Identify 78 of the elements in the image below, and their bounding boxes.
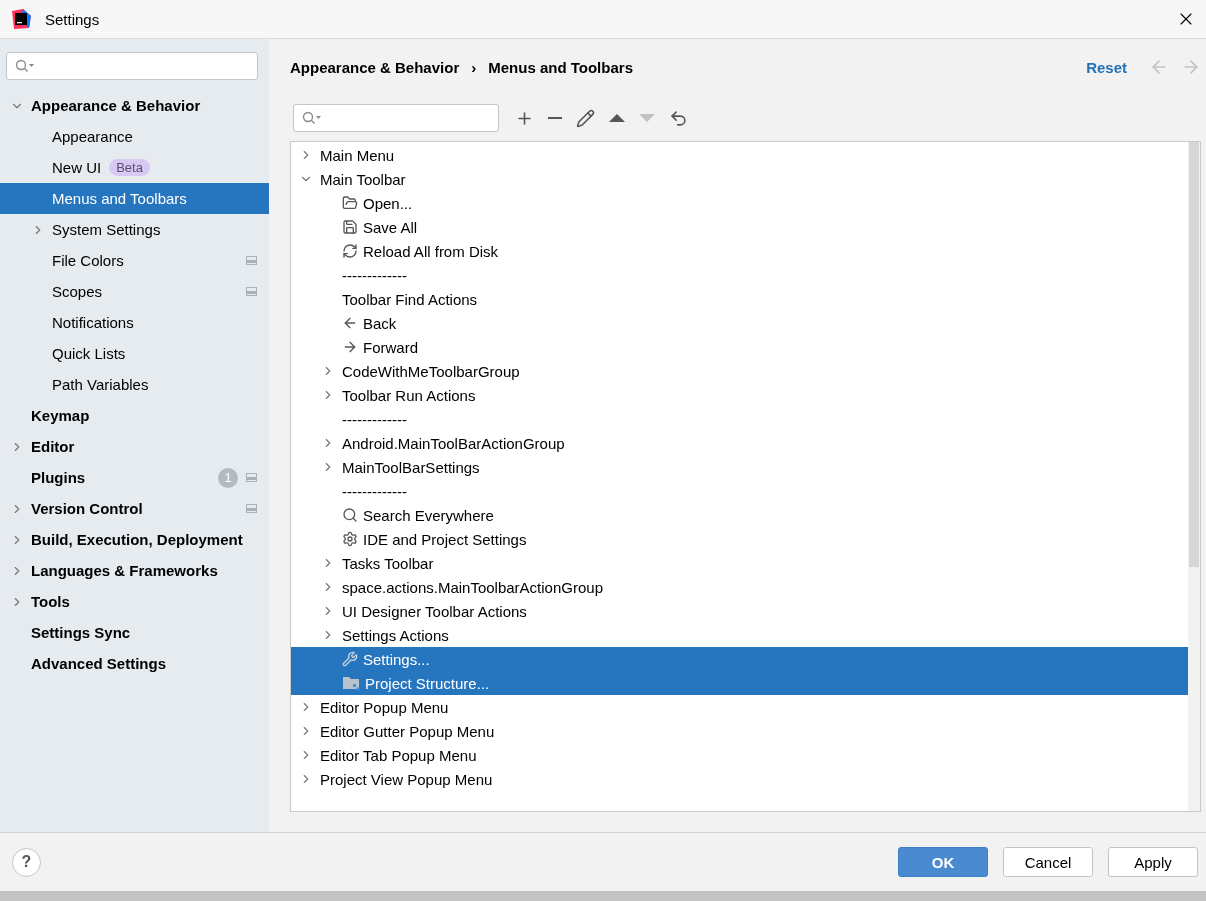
tree-item[interactable]: Tasks Toolbar: [291, 551, 1188, 575]
tree-item[interactable]: Settings Actions: [291, 623, 1188, 647]
sidebar-item[interactable]: Scopes: [0, 276, 269, 307]
tree-item[interactable]: Main Toolbar: [291, 167, 1188, 191]
sidebar-item[interactable]: Quick Lists: [0, 338, 269, 369]
toolbar-button[interactable]: [609, 113, 625, 123]
minus-icon: [548, 117, 562, 119]
sidebar-item[interactable]: Editor: [0, 431, 269, 462]
breadcrumb-separator: ›: [471, 58, 477, 76]
search-icon: [342, 507, 358, 523]
triangle-up-icon: [609, 113, 625, 123]
reset-link[interactable]: Reset: [1086, 58, 1127, 76]
help-button[interactable]: ?: [12, 847, 41, 877]
sidebar-item[interactable]: Notifications: [0, 307, 269, 338]
toolbar-button[interactable]: [669, 108, 688, 128]
tree-item[interactable]: Toolbar Run Actions: [291, 383, 1188, 407]
tree-item[interactable]: -------------: [291, 407, 1188, 431]
search-icon: [302, 111, 322, 125]
search-icon: [15, 59, 35, 73]
tree-item[interactable]: Editor Tab Popup Menu: [291, 743, 1188, 767]
dialog-button[interactable]: OK: [898, 847, 988, 877]
sidebar-item[interactable]: Menus and Toolbars: [0, 183, 269, 214]
window-title: Settings: [45, 10, 101, 28]
sidebar-item[interactable]: Keymap: [0, 400, 269, 431]
tree-item[interactable]: Android.MainToolBarActionGroup: [291, 431, 1188, 455]
tree-item[interactable]: Editor Gutter Popup Menu: [291, 719, 1188, 743]
sidebar-item[interactable]: Path Variables: [0, 369, 269, 400]
sidebar-item[interactable]: Tools: [0, 586, 269, 617]
search-field[interactable]: [293, 104, 499, 132]
tree-item[interactable]: Editor Popup Menu: [291, 695, 1188, 719]
tree-item[interactable]: IDE and Project Settings: [291, 527, 1188, 551]
sidebar-item[interactable]: Settings Sync: [0, 617, 269, 648]
arrow-right-icon: [342, 339, 358, 355]
dialog-button[interactable]: Cancel: [1003, 847, 1093, 877]
folder-icon: [342, 195, 358, 211]
tree-item[interactable]: -------------: [291, 479, 1188, 503]
sidebar-item[interactable]: Languages & Frameworks: [0, 555, 269, 586]
breadcrumb: Menus and Toolbars: [488, 58, 633, 76]
tree-item[interactable]: Back: [291, 311, 1188, 335]
sidebar-item[interactable]: Build, Execution, Deployment: [0, 524, 269, 555]
undo-icon: [669, 108, 688, 128]
sidebar-item[interactable]: Appearance: [0, 121, 269, 152]
tree-item[interactable]: -------------: [291, 263, 1188, 287]
sidebar-item[interactable]: System Settings: [0, 214, 269, 245]
tree-item[interactable]: Settings...: [291, 647, 1188, 671]
refresh-icon: [342, 243, 358, 259]
sidebar-item[interactable]: Advanced Settings: [0, 648, 269, 679]
tree-item[interactable]: MainToolBarSettings: [291, 455, 1188, 479]
sidebar-item[interactable]: Version Control: [0, 493, 269, 524]
toolbar-button[interactable]: [576, 108, 595, 128]
tree-item[interactable]: space.actions.MainToolbarActionGroup: [291, 575, 1188, 599]
count-badge: 1: [218, 467, 238, 488]
breadcrumb: Appearance & Behavior: [290, 58, 460, 76]
tree-item[interactable]: Toolbar Find Actions: [291, 287, 1188, 311]
gear-icon: [342, 531, 358, 547]
tree-item[interactable]: Reload All from Disk: [291, 239, 1188, 263]
tree-item[interactable]: CodeWithMeToolbarGroup: [291, 359, 1188, 383]
beta-badge: Beta: [109, 159, 150, 176]
tree-item[interactable]: Main Menu: [291, 143, 1188, 167]
tree-item[interactable]: Search Everywhere: [291, 503, 1188, 527]
sidebar-item[interactable]: Appearance & Behavior: [0, 90, 269, 121]
tree-item[interactable]: Open...: [291, 191, 1188, 215]
triangle-down-icon: [639, 113, 655, 123]
wrench-icon: [342, 651, 358, 667]
tree-item[interactable]: Save All: [291, 215, 1188, 239]
sidebar-item[interactable]: File Colors: [0, 245, 269, 276]
pencil-icon: [576, 108, 595, 128]
tree-item[interactable]: Forward: [291, 335, 1188, 359]
sidebar-item[interactable]: New UI Beta: [0, 152, 269, 183]
app-logo: [10, 8, 32, 30]
search-field[interactable]: [6, 52, 258, 80]
tree-item[interactable]: Project View Popup Menu: [291, 767, 1188, 791]
tree-item[interactable]: Project Structure...: [291, 671, 1188, 695]
folder-grid-icon: [342, 675, 360, 691]
dialog-button[interactable]: Apply: [1108, 847, 1198, 877]
scrollbar-thumb[interactable]: [1189, 142, 1199, 567]
tree-item[interactable]: UI Designer Toolbar Actions: [291, 599, 1188, 623]
sidebar-item[interactable]: Plugins 1: [0, 462, 269, 493]
